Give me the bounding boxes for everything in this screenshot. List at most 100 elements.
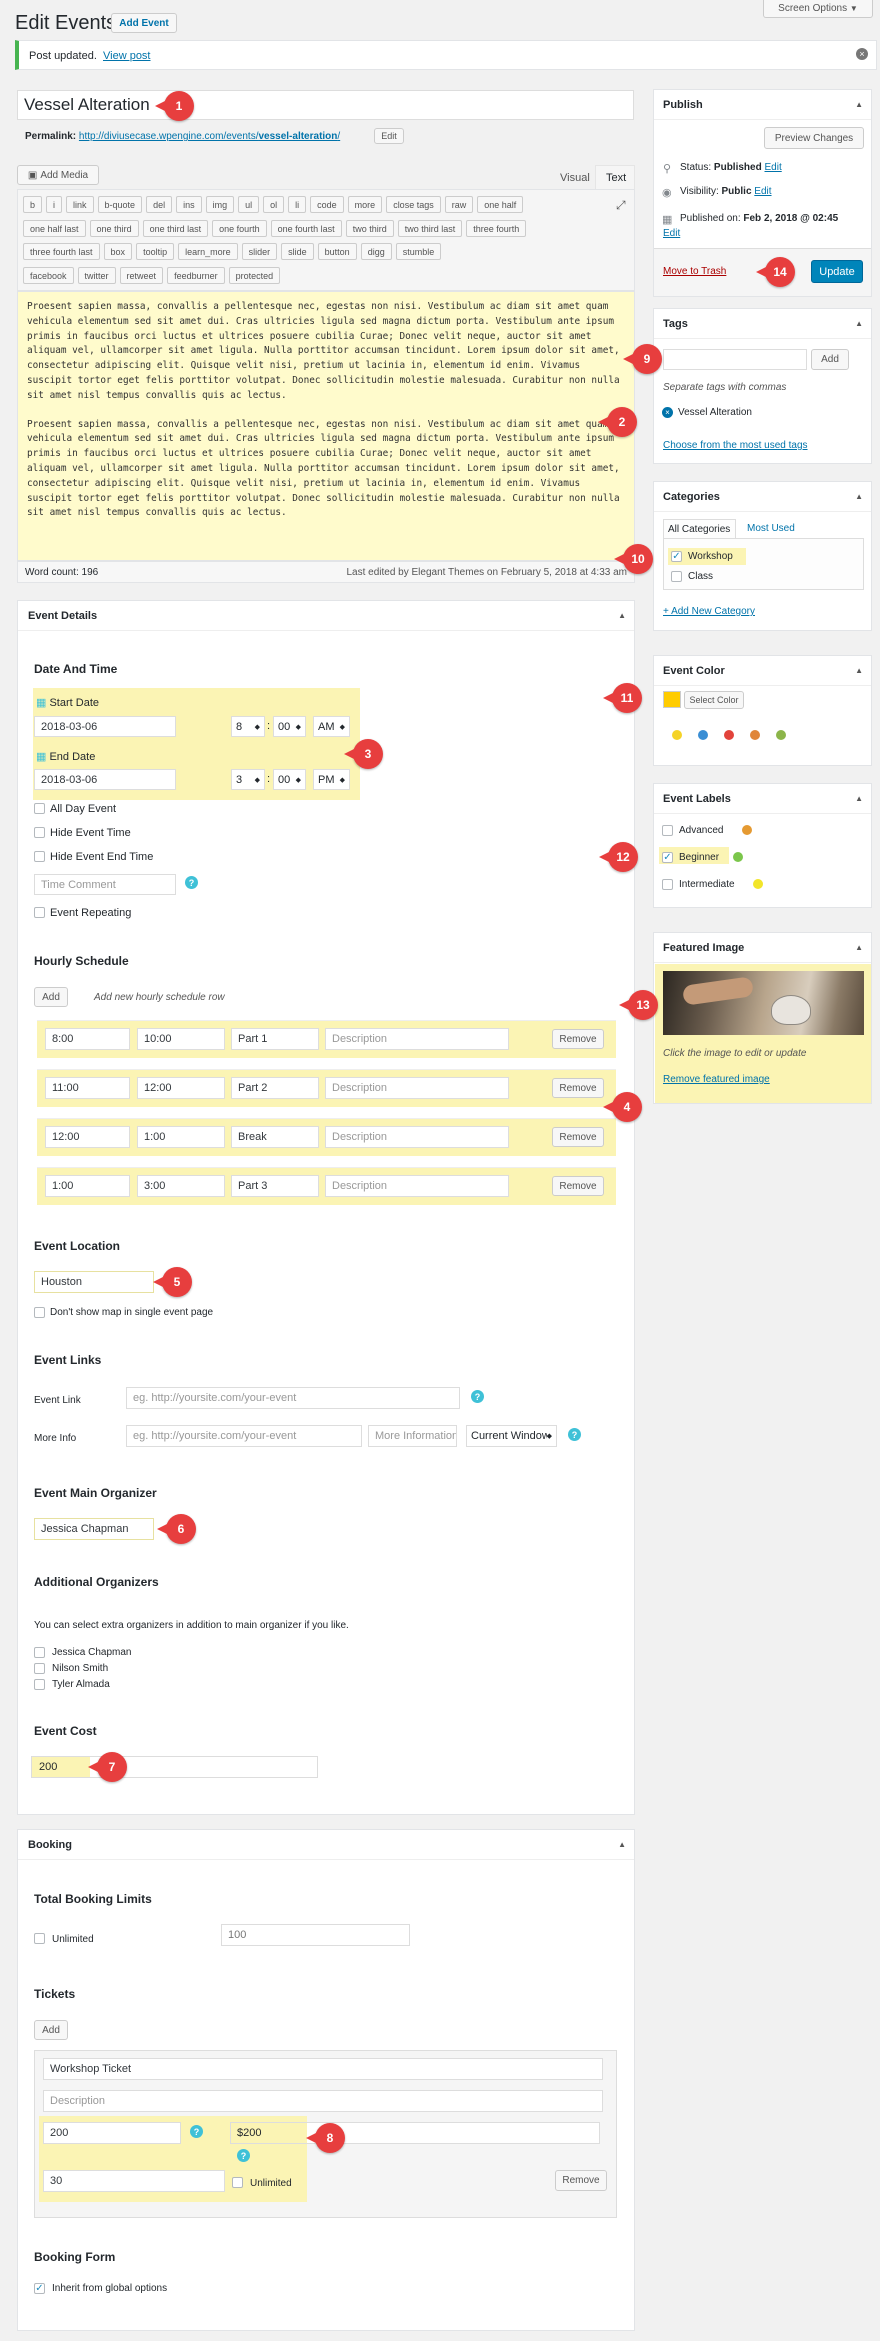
collapse-icon[interactable]: ▲: [618, 1840, 626, 1849]
no-map-checkbox[interactable]: [34, 1307, 45, 1318]
quicktag-button[interactable]: ul: [238, 196, 260, 213]
add-tag-button[interactable]: Add: [811, 349, 849, 370]
quicktag-button[interactable]: img: [205, 196, 235, 213]
post-title-input[interactable]: Vessel Alteration: [17, 90, 634, 120]
quicktag-button[interactable]: b: [23, 196, 43, 213]
help-icon[interactable]: ?: [471, 1390, 484, 1403]
hourly-to-input[interactable]: 10:00: [137, 1028, 225, 1050]
featured-image-header[interactable]: Featured Image ▲: [654, 933, 871, 963]
tab-text[interactable]: Text: [595, 165, 635, 189]
hourly-description-input[interactable]: Description: [325, 1175, 509, 1197]
quicktag-button[interactable]: protected: [228, 267, 281, 284]
ticket-quantity-input[interactable]: 200: [43, 2122, 181, 2144]
inherit-checkbox[interactable]: ✓: [34, 2283, 45, 2294]
color-swatch[interactable]: [724, 730, 734, 740]
tab-most-used[interactable]: Most Used: [747, 523, 795, 534]
quicktag-button[interactable]: more: [347, 196, 383, 213]
hourly-title-input[interactable]: Break: [231, 1126, 319, 1148]
quicktag-button[interactable]: one half: [477, 196, 524, 213]
quicktag-button[interactable]: two third last: [397, 220, 463, 237]
help-icon[interactable]: ?: [237, 2149, 250, 2162]
hourly-to-input[interactable]: 3:00: [137, 1175, 225, 1197]
quicktag-button[interactable]: i: [46, 196, 63, 213]
category-class-checkbox[interactable]: [671, 571, 682, 582]
publish-header[interactable]: Publish ▲: [654, 90, 871, 120]
label-checkbox[interactable]: [662, 879, 673, 890]
more-info-input[interactable]: eg. http://yoursite.com/your-event: [126, 1425, 362, 1447]
organizer-select[interactable]: Jessica Chapman: [34, 1518, 154, 1540]
select-color-button[interactable]: Select Color: [684, 691, 744, 709]
tags-header[interactable]: Tags ▲: [654, 309, 871, 339]
hourly-title-input[interactable]: Part 2: [231, 1077, 319, 1099]
end-hour-select[interactable]: 3 ◆: [231, 769, 265, 790]
hourly-description-input[interactable]: Description: [325, 1028, 509, 1050]
add-event-button[interactable]: Add Event: [111, 13, 177, 33]
hourly-title-input[interactable]: Part 1: [231, 1028, 319, 1050]
collapse-icon[interactable]: ▲: [855, 794, 863, 803]
help-icon[interactable]: ?: [190, 2125, 203, 2138]
quicktag-button[interactable]: two third: [345, 220, 394, 237]
start-hour-select[interactable]: 8 ◆: [231, 716, 265, 737]
ticket-name-input[interactable]: Workshop Ticket: [43, 2058, 603, 2080]
quicktag-button[interactable]: learn_more: [178, 243, 238, 260]
color-swatch[interactable]: [698, 730, 708, 740]
quicktag-button[interactable]: slider: [241, 243, 278, 260]
status-edit-link[interactable]: Edit: [765, 162, 782, 173]
link-target-select[interactable]: Current Window ◆: [466, 1425, 557, 1447]
end-date-input[interactable]: 2018-03-06: [34, 769, 176, 790]
hourly-from-input[interactable]: 8:00: [45, 1028, 130, 1050]
hourly-title-input[interactable]: Part 3: [231, 1175, 319, 1197]
quicktag-button[interactable]: stumble: [395, 243, 442, 260]
all-day-checkbox[interactable]: [34, 803, 45, 814]
collapse-icon[interactable]: ▲: [618, 611, 626, 620]
event-link-input[interactable]: eg. http://yoursite.com/your-event: [126, 1387, 460, 1409]
hide-time-checkbox[interactable]: [34, 827, 45, 838]
remove-hourly-button[interactable]: Remove: [552, 1029, 604, 1049]
view-post-link[interactable]: View post: [103, 50, 151, 62]
tab-all-categories[interactable]: All Categories: [663, 519, 736, 539]
quicktag-button[interactable]: tooltip: [136, 243, 175, 260]
published-edit-link[interactable]: Edit: [663, 228, 680, 239]
event-details-header[interactable]: Event Details ▲: [18, 601, 634, 631]
hourly-from-input[interactable]: 1:00: [45, 1175, 130, 1197]
add-category-link[interactable]: + Add New Category: [663, 606, 755, 617]
quicktag-button[interactable]: three fourth last: [23, 243, 100, 260]
hourly-to-input[interactable]: 1:00: [137, 1126, 225, 1148]
quicktag-button[interactable]: digg: [360, 243, 392, 260]
quicktag-button[interactable]: feedburner: [167, 267, 225, 284]
hourly-description-input[interactable]: Description: [325, 1126, 509, 1148]
quicktag-button[interactable]: b-quote: [97, 196, 143, 213]
hide-end-checkbox[interactable]: [34, 851, 45, 862]
quicktag-button[interactable]: del: [146, 196, 173, 213]
location-select[interactable]: Houston: [34, 1271, 154, 1293]
featured-image-thumbnail[interactable]: [663, 971, 864, 1035]
quicktag-button[interactable]: one fourth: [212, 220, 267, 237]
quicktag-button[interactable]: one fourth last: [270, 220, 342, 237]
event-color-header[interactable]: Event Color ▲: [654, 656, 871, 686]
start-date-input[interactable]: 2018-03-06: [34, 716, 176, 737]
collapse-icon[interactable]: ▲: [855, 100, 863, 109]
remove-hourly-button[interactable]: Remove: [552, 1078, 604, 1098]
quicktag-button[interactable]: three fourth: [466, 220, 527, 237]
quicktag-button[interactable]: button: [317, 243, 357, 260]
preview-button[interactable]: Preview Changes: [764, 127, 864, 149]
remove-hourly-button[interactable]: Remove: [552, 1176, 604, 1196]
remove-featured-link[interactable]: Remove featured image: [663, 1074, 770, 1085]
ticket-limit-input[interactable]: 30: [43, 2170, 225, 2192]
quicktag-button[interactable]: slide: [281, 243, 314, 260]
quicktag-button[interactable]: close tags: [386, 196, 441, 213]
more-info-text-input[interactable]: More Information: [368, 1425, 457, 1447]
repeating-checkbox[interactable]: [34, 907, 45, 918]
quicktag-button[interactable]: raw: [444, 196, 474, 213]
color-swatch[interactable]: [776, 730, 786, 740]
event-labels-header[interactable]: Event Labels ▲: [654, 784, 871, 814]
collapse-icon[interactable]: ▲: [855, 666, 863, 675]
color-swatch[interactable]: [750, 730, 760, 740]
collapse-icon[interactable]: ▲: [855, 492, 863, 501]
quicktag-button[interactable]: ol: [263, 196, 285, 213]
quicktag-button[interactable]: code: [310, 196, 344, 213]
end-ampm-select[interactable]: PM ◆: [313, 769, 350, 790]
organizer-checkbox[interactable]: [34, 1663, 45, 1674]
ticket-unlimited-checkbox[interactable]: [232, 2177, 243, 2188]
screen-options-button[interactable]: Screen Options ▼: [763, 0, 873, 18]
